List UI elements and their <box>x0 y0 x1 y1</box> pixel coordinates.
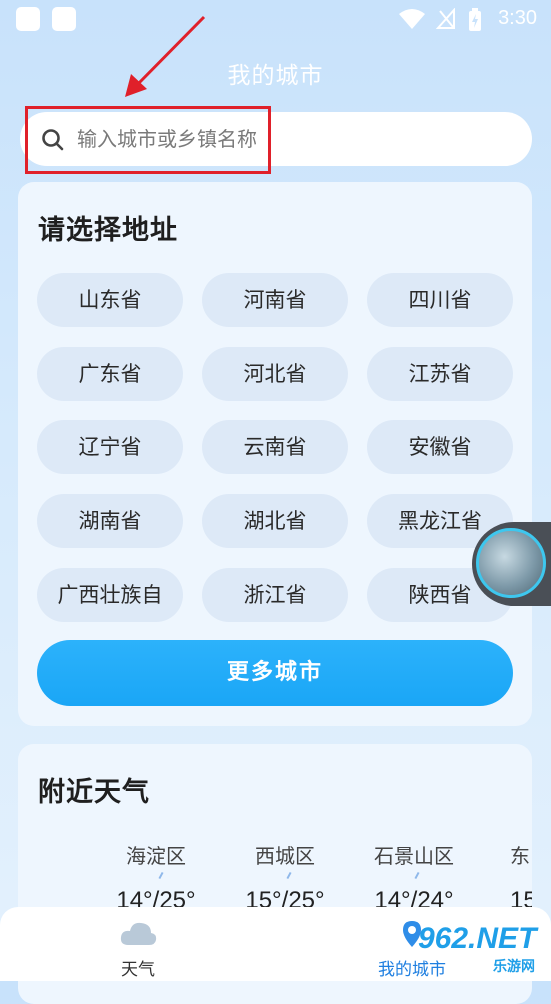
province-button[interactable]: 四川省 <box>367 273 513 327</box>
floating-ball-thumbnail <box>476 528 546 598</box>
notification-icon <box>52 7 76 31</box>
address-card: 请选择地址 山东省 河南省 四川省 广东省 河北省 江苏省 辽宁省 云南省 安徽… <box>18 182 532 726</box>
nearby-item[interactable]: 海淀区 14°/25° <box>91 840 221 915</box>
page-title: 我的城市 <box>227 63 324 89</box>
no-signal-icon <box>436 8 455 29</box>
nearby-item[interactable]: 东 15° <box>478 840 532 915</box>
province-button[interactable]: 河南省 <box>202 273 348 327</box>
nearby-item[interactable]: 西城区 15°/25° <box>220 840 350 915</box>
wifi-icon <box>399 9 425 29</box>
province-button[interactable]: 山东省 <box>37 273 183 327</box>
province-button[interactable]: 河北省 <box>202 347 348 401</box>
clock: 3:30 <box>498 7 537 29</box>
province-button[interactable]: 浙江省 <box>202 568 348 622</box>
nearby-district-name: 石景山区 <box>374 844 454 868</box>
nearby-district-name: 东 <box>510 844 530 868</box>
watermark-brand: 962.NET <box>418 922 537 955</box>
more-cities-button[interactable]: 更多城市 <box>37 640 513 706</box>
watermark-sub: 乐游网 <box>493 959 535 975</box>
province-button[interactable]: 广东省 <box>37 347 183 401</box>
status-bar: 3:30 <box>0 0 551 40</box>
battery-charging-icon <box>469 8 481 31</box>
province-button[interactable]: 云南省 <box>202 420 348 474</box>
nearby-district-name: 海淀区 <box>126 844 186 868</box>
province-button[interactable]: 广西壮族自 <box>37 568 183 622</box>
nearby-district-name: 西城区 <box>255 844 315 868</box>
annotation-arrow-icon <box>125 15 206 97</box>
nearby-card-title: 附近天气 <box>38 777 150 808</box>
province-button[interactable]: 湖北省 <box>202 494 348 548</box>
province-button[interactable]: 江苏省 <box>367 347 513 401</box>
watermark-logo: 962.NET 乐游网 <box>398 922 548 975</box>
notification-icon <box>16 7 40 31</box>
province-button[interactable]: 安徽省 <box>367 420 513 474</box>
province-button[interactable]: 辽宁省 <box>37 420 183 474</box>
floating-ball[interactable] <box>472 522 551 606</box>
nav-tab-weather[interactable]: 天气 <box>78 919 198 980</box>
cloud-icon <box>120 922 157 945</box>
nav-label: 天气 <box>121 960 155 980</box>
address-card-title: 请选择地址 <box>38 215 178 246</box>
annotation-highlight-box <box>25 106 271 174</box>
province-button[interactable]: 湖南省 <box>37 494 183 548</box>
